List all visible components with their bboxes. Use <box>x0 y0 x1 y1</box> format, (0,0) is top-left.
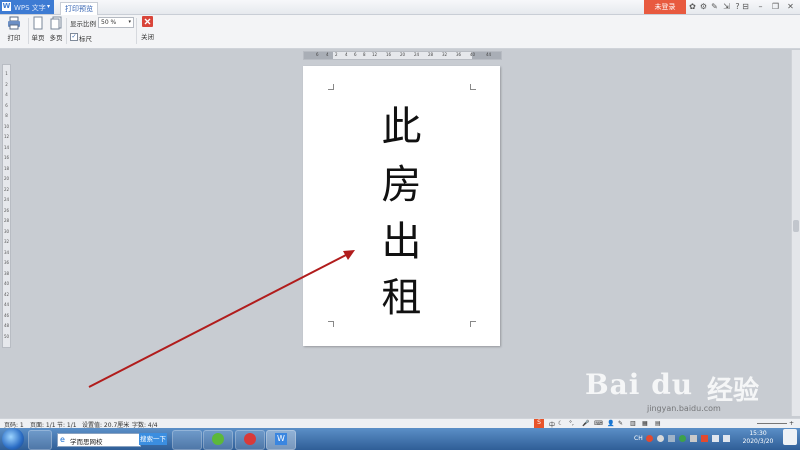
search-text: 学而思网校 <box>70 438 103 446</box>
watermark-url: jingyan.baidu.com <box>647 404 721 413</box>
zoom-slider[interactable] <box>757 423 787 424</box>
view-icon[interactable]: ▦ <box>642 420 648 427</box>
punctuation-icon[interactable]: °, <box>569 420 574 427</box>
network-icon[interactable] <box>712 435 719 442</box>
app-icon[interactable] <box>235 430 265 450</box>
clock-date: 2020/3/20 <box>742 438 774 445</box>
user-icon[interactable]: 👤 <box>607 420 614 427</box>
notification-icon[interactable] <box>783 429 797 445</box>
view-icon[interactable]: ▥ <box>630 420 636 427</box>
vertical-scrollbar[interactable] <box>791 50 800 416</box>
zoom-in-icon[interactable]: + <box>789 420 794 427</box>
windows-flag-icon[interactable] <box>28 430 52 450</box>
tray-icon[interactable] <box>646 435 653 442</box>
tools-icon[interactable]: ✎ <box>618 420 623 427</box>
search-button[interactable]: 搜索一下 <box>139 433 167 445</box>
help-icon[interactable] <box>657 435 664 442</box>
search-input[interactable]: e 学而思网校 <box>57 433 141 447</box>
watermark-text: 经验 <box>707 376 760 406</box>
clock[interactable]: 15:30 2020/3/20 <box>738 430 778 446</box>
ie-icon: e <box>60 435 65 444</box>
scrollbar-thumb[interactable] <box>793 220 799 232</box>
language-indicator[interactable]: CH <box>634 435 643 442</box>
taskbar: e 学而思网校 搜索一下 W CH 15:30 2020/3/20 <box>0 428 800 450</box>
wps-taskbar-icon[interactable]: W <box>266 430 296 450</box>
paint-icon[interactable] <box>172 430 202 450</box>
watermark-logo: Bai du <box>585 368 694 401</box>
keyboard-icon[interactable]: ⌨ <box>594 420 603 427</box>
view-icon[interactable]: ▤ <box>655 420 661 427</box>
baidu-jingyan-watermark: Bai du 经验 jingyan.baidu.com <box>585 368 765 418</box>
tray-icon[interactable] <box>690 435 697 442</box>
sogou-ime-icon[interactable]: S <box>534 419 544 428</box>
tray-icon[interactable] <box>668 435 675 442</box>
volume-icon[interactable] <box>723 435 730 442</box>
tray-icon[interactable] <box>701 435 708 442</box>
tray-icon[interactable] <box>679 435 686 442</box>
clock-time: 15:30 <box>749 430 767 437</box>
start-button[interactable] <box>2 428 24 450</box>
moon-icon[interactable]: ☾ <box>558 420 563 427</box>
browser-icon[interactable] <box>203 430 233 450</box>
microphone-icon[interactable]: 🎤 <box>582 420 589 427</box>
